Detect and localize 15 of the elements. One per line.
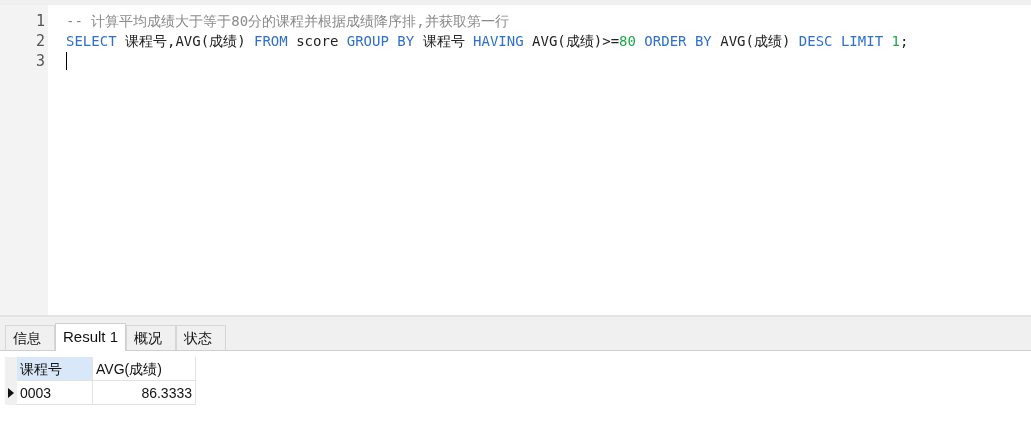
line-number: 3: [34, 51, 46, 71]
result-tab[interactable]: 状态: [176, 325, 227, 350]
row-header[interactable]: [5, 381, 17, 405]
code-line: SELECT 课程号,AVG(成绩) FROM score GROUP BY 课程号 HAVING AVG(成绩)>=80 ORDER BY AVG(成绩) DESC LIMIT 1;: [66, 32, 909, 51]
line-number: 2: [34, 31, 46, 51]
code-line: -- 计算平均成绩大于等于80分的课程并根据成绩降序排,并获取第一行: [66, 12, 509, 31]
column-header[interactable]: 课程号: [17, 357, 93, 381]
result-tab[interactable]: Result 1: [55, 323, 127, 351]
result-tab[interactable]: 信息: [5, 325, 55, 350]
line-number: 1: [34, 11, 46, 31]
column-header[interactable]: AVG(成绩): [93, 357, 196, 381]
table-cell: 0003: [17, 381, 93, 405]
grid-corner: [5, 357, 17, 381]
result-tab[interactable]: 概况: [126, 325, 177, 350]
table-cell: 86.3333: [93, 381, 196, 405]
